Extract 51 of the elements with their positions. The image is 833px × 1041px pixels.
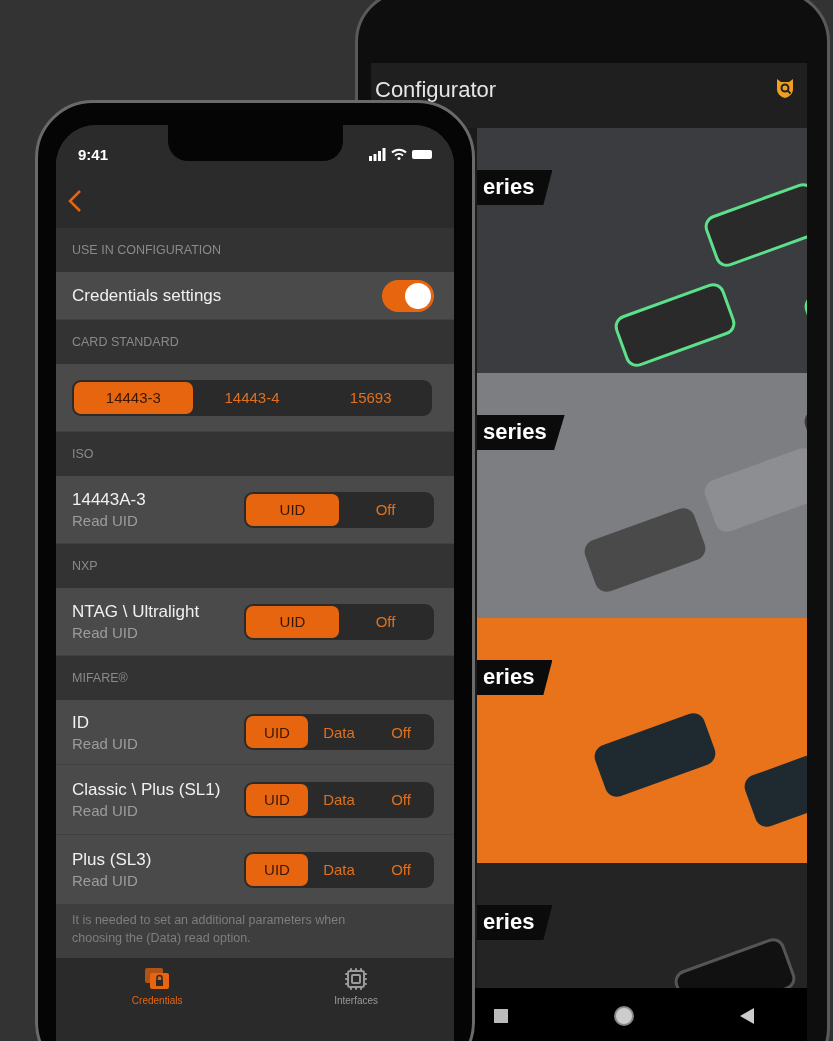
row-label: 14443A-3 — [72, 490, 146, 510]
row-label: Credentials settings — [72, 285, 222, 306]
signal-icon — [369, 147, 386, 161]
series-label: eries — [477, 170, 553, 205]
row-sublabel: Read UID — [72, 734, 138, 752]
segment-option[interactable]: Data — [308, 783, 370, 816]
row-sublabel: Read UID — [72, 802, 139, 819]
segment-option[interactable]: Off — [339, 493, 432, 526]
shield-search-icon[interactable] — [775, 77, 795, 99]
product-banner[interactable]: eries — [477, 128, 807, 373]
app-title: Configurator — [375, 77, 497, 103]
tab-bar-item[interactable]: Interfaces — [328, 966, 385, 1014]
lock-cards-icon — [143, 967, 172, 991]
back-chevron-icon[interactable] — [68, 189, 82, 213]
status-time: 9:41 — [78, 145, 109, 163]
battery-icon — [412, 149, 432, 159]
product-banner[interactable]: eries — [477, 618, 807, 863]
segment-option[interactable]: UID — [246, 716, 308, 748]
segment-option[interactable]: Data — [308, 716, 370, 748]
segment-option[interactable]: UID — [246, 493, 339, 526]
segment-option[interactable]: Off — [370, 716, 432, 748]
segment-option[interactable]: Off — [370, 853, 432, 886]
segment-option[interactable]: UID — [246, 853, 308, 886]
segment-option[interactable]: Off — [339, 605, 432, 638]
chip-icon — [344, 967, 369, 991]
segment-option[interactable]: Off — [370, 783, 432, 816]
toggle-switch[interactable] — [382, 279, 434, 312]
segment-option[interactable]: 15693 — [311, 381, 430, 414]
segment-option[interactable]: 14443-3 — [74, 381, 193, 414]
segment-option[interactable]: Data — [308, 853, 370, 886]
row-label: Plus (SL3) — [72, 850, 152, 870]
row-sublabel: Read UID — [72, 512, 139, 529]
square-nav-icon[interactable] — [493, 1009, 508, 1023]
row-label: ID — [72, 712, 90, 733]
row-label: Classic \ Plus (SL1) — [72, 780, 221, 800]
wifi-icon — [391, 148, 407, 160]
tab-bar-item[interactable]: Credentials — [125, 966, 189, 1014]
product-banner[interactable]: eries — [477, 863, 807, 988]
segment-option[interactable]: UID — [246, 783, 308, 816]
info-note: It is needed to set an additional parameters when choosing the (Data) read option. — [56, 905, 454, 958]
series-label: eries — [477, 660, 553, 695]
circle-nav-icon[interactable] — [613, 1005, 635, 1027]
row-sublabel: Read UID — [72, 624, 139, 641]
segment-option[interactable]: 14443-4 — [192, 381, 312, 414]
triangle-nav-icon[interactable] — [740, 1008, 755, 1024]
row-sublabel: Read UID — [72, 872, 139, 889]
series-label: series — [477, 415, 565, 450]
product-banner[interactable]: series — [477, 373, 807, 618]
series-label: eries — [477, 905, 553, 940]
row-label: NTAG \ Ultralight — [72, 602, 200, 622]
segment-option[interactable]: UID — [246, 605, 339, 638]
